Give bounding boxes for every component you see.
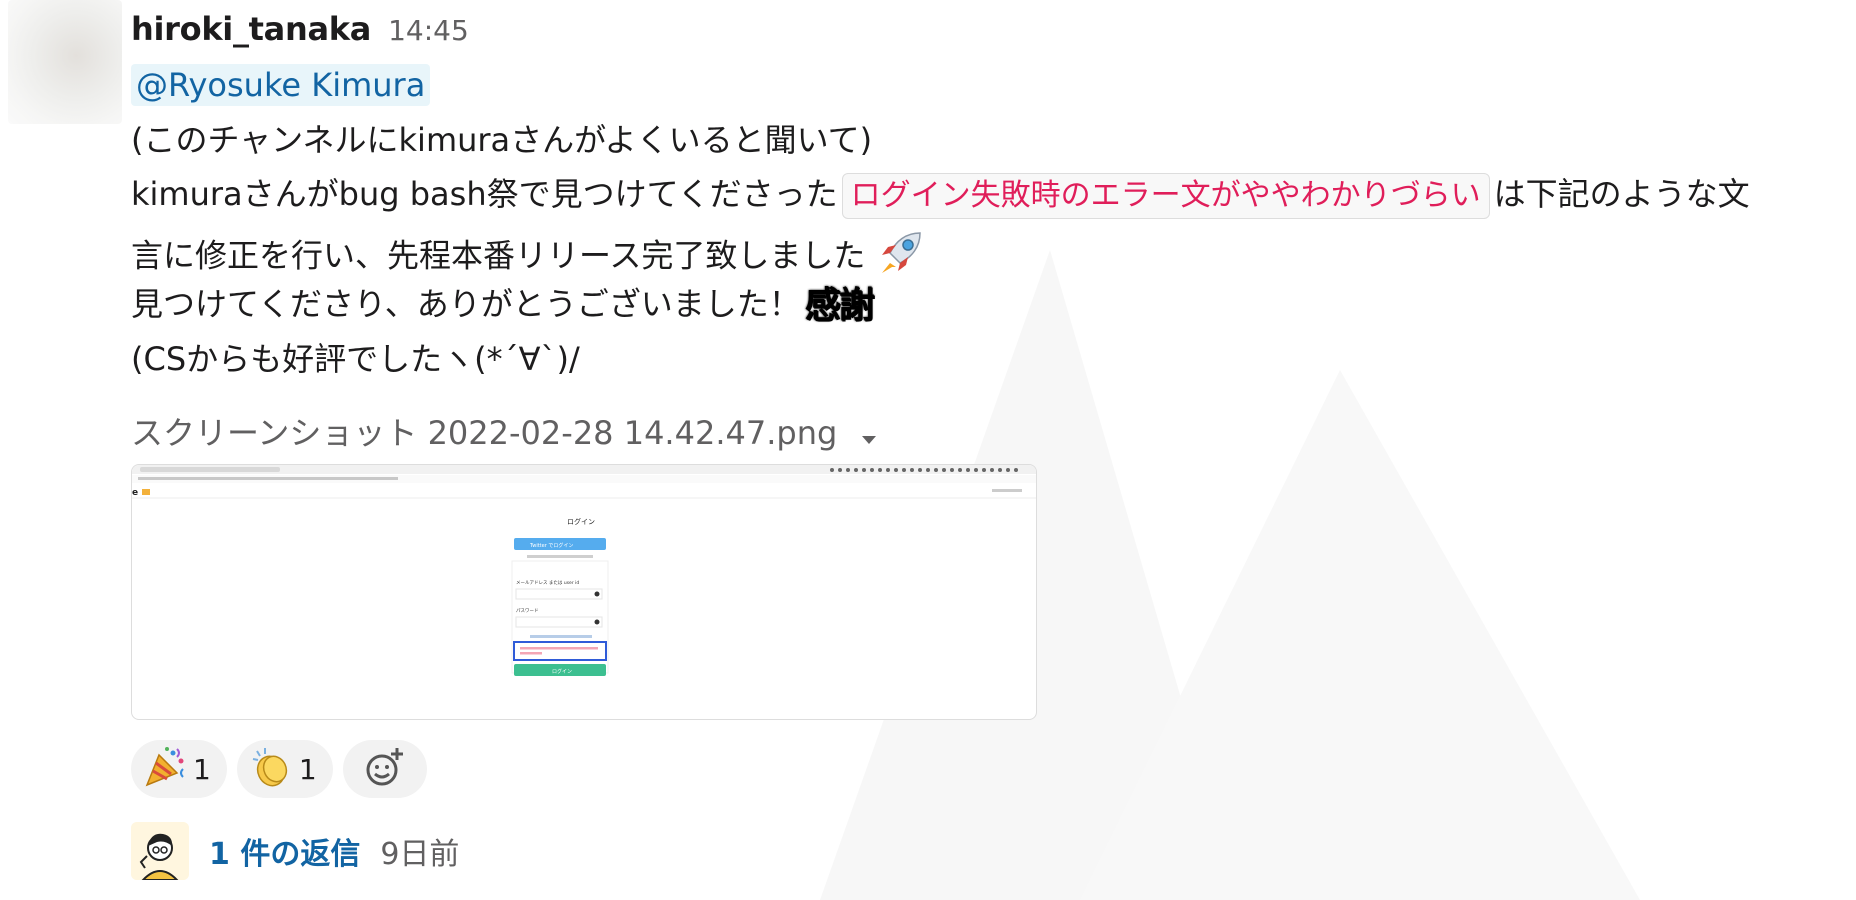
reaction-count: 1	[193, 752, 211, 786]
caret-down-icon[interactable]	[861, 416, 877, 454]
preview-login-title: ログイン	[567, 517, 595, 526]
message-timestamp[interactable]: 14:45	[388, 14, 469, 47]
replier-avatar[interactable]	[131, 822, 189, 880]
add-emoji-icon	[363, 745, 407, 793]
message-line: (このチャンネルにkimuraさんがよくいると聞いて)	[131, 121, 873, 159]
kansha-custom-emoji: 感謝	[804, 285, 875, 326]
svg-text:e: e	[132, 488, 138, 498]
reaction-party-popper[interactable]: 1	[131, 740, 227, 798]
reactions-bar: 1 1	[131, 740, 427, 798]
message-line: (CSからも好評でしたヽ(*´∀`)/	[131, 340, 580, 378]
reaction-count: 1	[298, 752, 317, 786]
thread-summary[interactable]: 1 件の返信 9日前	[131, 822, 459, 880]
message-line: kimuraさんがbug bash祭で見つけてくださった ログイン失敗時のエラー文…	[131, 172, 1750, 219]
message-line: 言に修正を行い、先程本番リリース完了致しました	[131, 227, 926, 288]
attachment-preview[interactable]: e ログイン Twitter でログイン メールアドレス または user id…	[131, 464, 1037, 720]
inline-code: ログイン失敗時のエラー文がややわかりづらい	[841, 173, 1490, 219]
preview-email-label: メールアドレス または user id	[516, 580, 579, 586]
clapping-hands-icon	[249, 745, 293, 793]
reply-count-link[interactable]: 1 件の返信	[209, 829, 360, 873]
user-mention[interactable]: @Ryosuke Kimura	[131, 64, 431, 106]
author-avatar[interactable]	[8, 0, 122, 124]
attachment-title[interactable]: スクリーンショット 2022-02-28 14.42.47.png	[131, 408, 877, 454]
preview-twitter-button: Twitter でログイン	[529, 542, 573, 549]
preview-password-label: パスワード	[516, 608, 539, 614]
party-popper-icon	[143, 745, 187, 793]
preview-login-button: ログイン	[552, 668, 572, 675]
author-name[interactable]: hiroki_tanaka	[131, 10, 371, 48]
message-header: hiroki_tanaka 14:45	[131, 10, 469, 48]
last-reply-time: 9日前	[380, 837, 460, 872]
add-reaction-button[interactable]	[342, 740, 427, 798]
attachment-filename[interactable]: スクリーンショット 2022-02-28 14.42.47.png	[131, 414, 837, 452]
message-line: 見つけてくださり、ありがとうございました！ 感謝	[131, 285, 875, 326]
rocket-icon	[876, 227, 926, 288]
reaction-clapping-hands[interactable]: 1	[236, 740, 333, 798]
